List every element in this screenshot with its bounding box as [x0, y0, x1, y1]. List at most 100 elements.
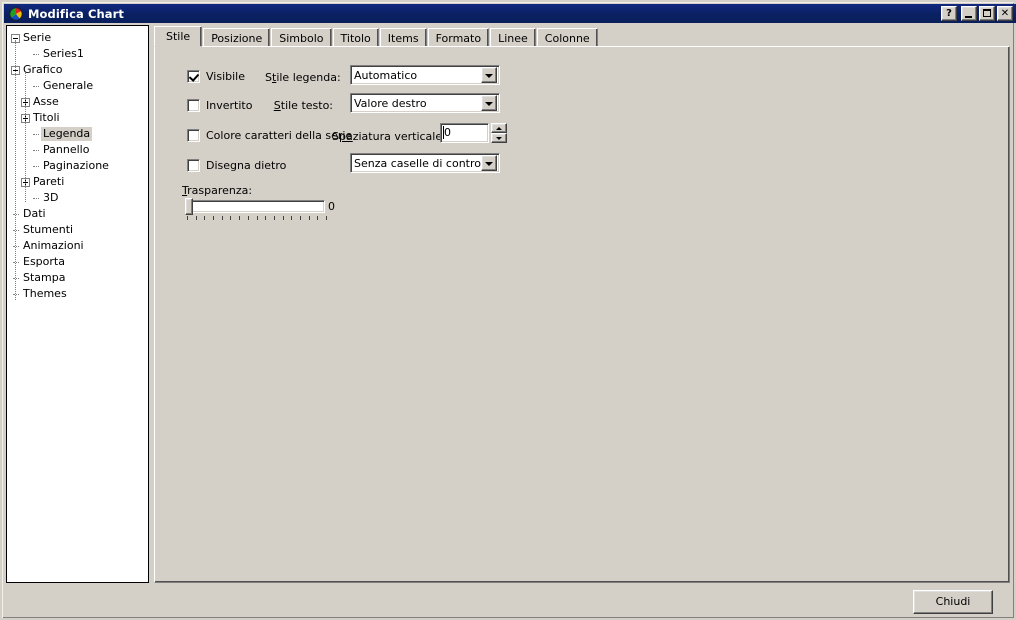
- tree-item-label: Series1: [43, 47, 84, 60]
- tree-item-paginazione[interactable]: Paginazione: [11, 158, 148, 174]
- window-title: Modifica Chart: [28, 6, 124, 21]
- slider-tick: [273, 216, 275, 220]
- tree-item-stampa[interactable]: Stampa: [11, 270, 148, 286]
- checkbox-row-invertito[interactable]: Invertito: [187, 99, 252, 112]
- checkbox-row-colore-caratteri-serie[interactable]: Colore caratteri della serie: [187, 129, 352, 142]
- slider-trasparenza-track[interactable]: [185, 200, 325, 213]
- tree-item-pareti[interactable]: Pareti: [11, 174, 148, 190]
- tree-item-generale[interactable]: Generale: [11, 78, 148, 94]
- slider-tick: [291, 216, 293, 220]
- tree-connector-icon: [31, 130, 40, 139]
- checkbox-label-colore-caratteri-serie: Colore caratteri della serie: [206, 129, 353, 142]
- tree-item-label: Pannello: [43, 143, 90, 156]
- slider-tick: [204, 216, 206, 220]
- window-buttons: ? ✕: [941, 6, 1014, 21]
- tree-item-themes[interactable]: Themes: [11, 286, 148, 302]
- combo-stile-legenda-value: Automatico: [354, 68, 418, 82]
- combo-stile-legenda[interactable]: Automatico: [350, 65, 500, 85]
- slider-tick: [282, 216, 284, 220]
- tree-connector-icon: [31, 50, 40, 59]
- label-stile-testo: Stile testo:: [273, 99, 333, 112]
- tab-items[interactable]: Items: [379, 28, 427, 47]
- checkbox-label-visibile: Visibile: [206, 70, 245, 83]
- tree-item-esporta[interactable]: Esporta: [11, 254, 148, 270]
- tab-stile[interactable]: Stile: [154, 26, 203, 47]
- tree-item-asse[interactable]: Asse: [11, 94, 148, 110]
- tab-simbolo[interactable]: Simbolo: [271, 28, 332, 47]
- tab-linee[interactable]: Linee: [490, 28, 536, 47]
- tree-item-grafico[interactable]: Grafico: [11, 62, 148, 78]
- label-spaziatura-verticale: Spaziatura verticale:: [332, 130, 446, 143]
- tab-label: Simbolo: [279, 32, 324, 45]
- tree-item-animazioni[interactable]: Animazioni: [11, 238, 148, 254]
- slider-tick: [247, 216, 249, 220]
- tab-content-stile: Visibile Invertito Colore caratteri dell…: [154, 46, 1010, 583]
- spinner-up-icon[interactable]: [491, 123, 507, 133]
- slider-tick: [326, 216, 327, 220]
- help-button[interactable]: ?: [941, 6, 957, 21]
- tab-posizione[interactable]: Posizione: [203, 28, 271, 47]
- slider-tick: [265, 216, 267, 220]
- tab-label: Titolo: [340, 32, 371, 45]
- close-dialog-button[interactable]: Chiudi: [913, 590, 993, 614]
- maximize-icon: [983, 9, 991, 17]
- slider-tick: [308, 216, 310, 220]
- tree-item-label: Stumenti: [23, 223, 74, 236]
- tab-label: Items: [387, 32, 419, 45]
- tree-item-pannello[interactable]: Pannello: [11, 142, 148, 158]
- tab-titolo[interactable]: Titolo: [332, 28, 379, 47]
- tree-guide-line: [15, 40, 17, 300]
- tree-connector-icon: [31, 146, 40, 155]
- checkbox-row-disegna-dietro[interactable]: Disegna dietro: [187, 159, 286, 172]
- tree-item-label: Stampa: [23, 271, 66, 284]
- checkbox-visibile[interactable]: [187, 70, 200, 83]
- checkbox-invertito[interactable]: [187, 99, 200, 112]
- tab-label: Posizione: [211, 32, 263, 45]
- navigation-tree[interactable]: Serie Series1 Grafico Generale Asse Titoli Leg…: [6, 25, 149, 583]
- chevron-down-icon[interactable]: [481, 95, 497, 111]
- tree-item-titoli[interactable]: Titoli: [11, 110, 148, 126]
- chart-pie-icon: [8, 6, 24, 22]
- tab-strip[interactable]: Stile Posizione Simbolo Titolo Items Formato L…: [154, 26, 599, 47]
- slider-tick: [213, 216, 215, 220]
- close-button[interactable]: ✕: [997, 6, 1013, 21]
- chevron-down-icon[interactable]: [481, 67, 497, 83]
- tab-label: Formato: [435, 32, 482, 45]
- slider-trasparenza-ticks: [187, 216, 327, 221]
- tree-item-label: Asse: [33, 95, 59, 108]
- maximize-button[interactable]: [979, 6, 995, 21]
- checkbox-row-visibile[interactable]: Visibile: [187, 70, 245, 83]
- tree-item-stumenti[interactable]: Stumenti: [11, 222, 148, 238]
- tree-item-label: Esporta: [23, 255, 65, 268]
- minimize-button[interactable]: [961, 6, 977, 21]
- combo-stile-testo[interactable]: Valore destro: [350, 93, 500, 113]
- tab-label: Stile: [166, 30, 191, 43]
- tree-item-label: Serie: [23, 31, 52, 44]
- spinner-spaziatura-verticale[interactable]: 0: [440, 123, 507, 143]
- tree-connector-icon: [31, 162, 40, 171]
- slider-tick: [195, 216, 197, 220]
- tree-guide-line: [25, 72, 27, 202]
- checkbox-colore-caratteri-serie[interactable]: [187, 129, 200, 142]
- tree-item-3d[interactable]: 3D: [11, 190, 148, 206]
- tree-item-series1[interactable]: Series1: [11, 46, 148, 62]
- combo-stile-testo-value: Valore destro: [354, 96, 427, 110]
- tree-item-label: 3D: [43, 191, 59, 204]
- tree-connector-icon: [31, 194, 40, 203]
- tree-item-serie[interactable]: Serie: [11, 30, 148, 46]
- tree-item-dati[interactable]: Dati: [11, 206, 148, 222]
- combo-stile-caselle[interactable]: Senza caselle di controllo: [350, 153, 500, 173]
- spinner-down-icon[interactable]: [491, 133, 507, 143]
- dialog-window: Modifica Chart ? ✕ Serie Series1 Grafico Ge…: [0, 0, 1016, 620]
- spinner-buttons[interactable]: [491, 123, 507, 143]
- checkbox-disegna-dietro[interactable]: [187, 159, 200, 172]
- tab-colonne[interactable]: Colonne: [536, 28, 598, 47]
- slider-tick: [221, 216, 223, 220]
- slider-tick: [239, 216, 241, 220]
- slider-trasparenza-thumb[interactable]: [185, 198, 193, 215]
- tree-item-legenda[interactable]: Legenda: [11, 126, 148, 142]
- chevron-down-icon[interactable]: [481, 155, 497, 171]
- tab-formato[interactable]: Formato: [427, 28, 490, 47]
- title-bar[interactable]: Modifica Chart ? ✕: [4, 4, 1016, 23]
- spaziatura-verticale-input[interactable]: 0: [440, 123, 489, 143]
